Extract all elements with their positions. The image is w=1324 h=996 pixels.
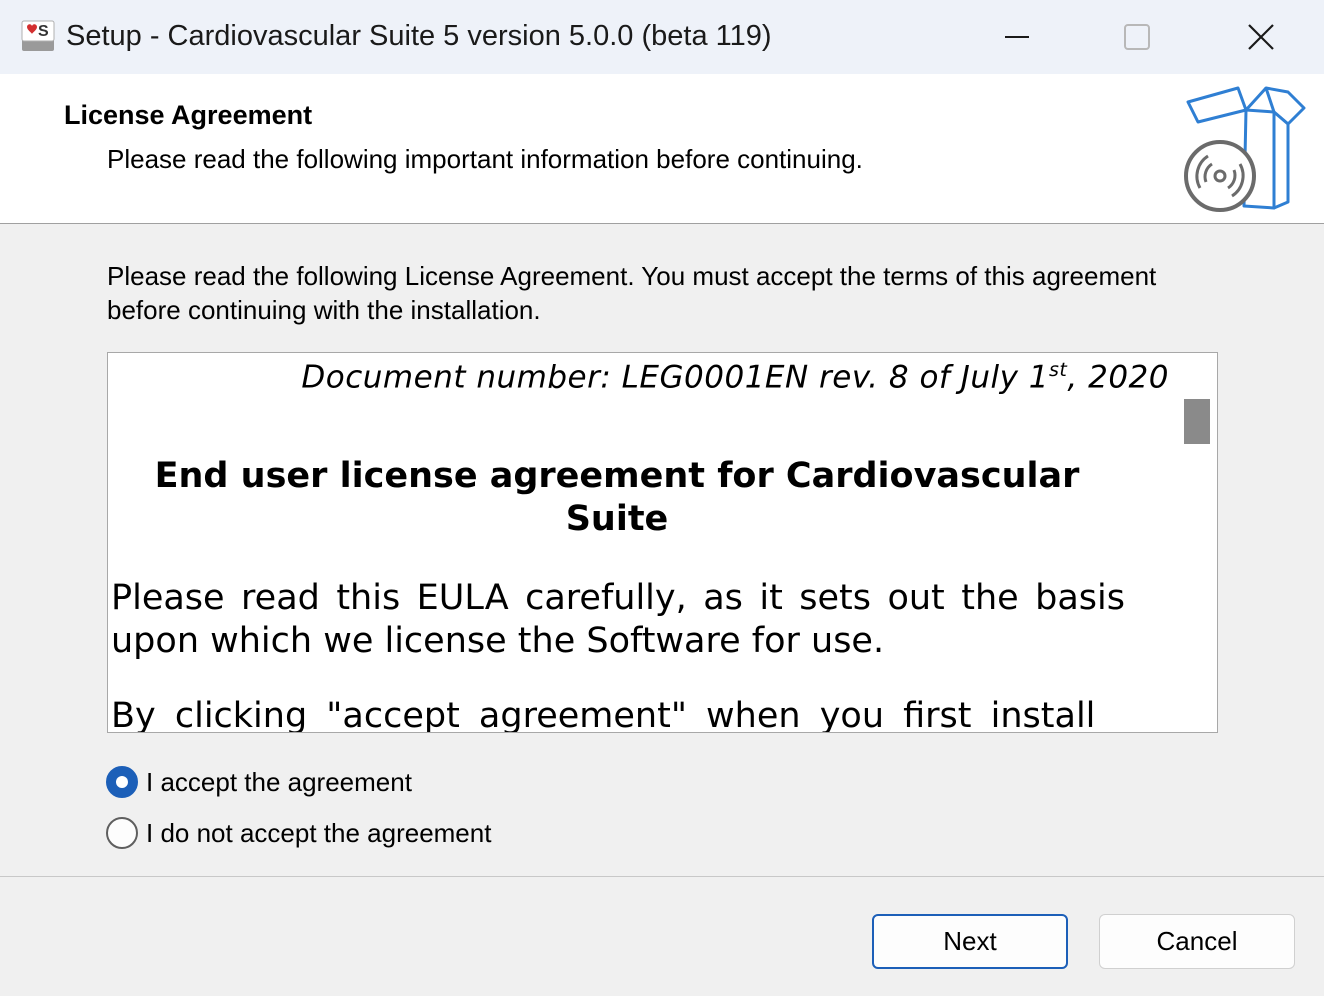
title-bar[interactable]: S Setup - Cardiovascular Suite 5 version… bbox=[0, 0, 1324, 74]
decline-agreement-label: I do not accept the agreement bbox=[146, 817, 492, 848]
license-paragraph: Please read this EULA carefully, as it s… bbox=[111, 578, 1125, 661]
document-number-text: Document number: LEG0001EN rev. 8 of Jul… bbox=[301, 359, 1050, 396]
software-box-disc-icon bbox=[1184, 86, 1306, 212]
accept-agreement-radio[interactable]: I accept the agreement bbox=[106, 764, 412, 800]
page-title: License Agreement bbox=[64, 100, 313, 130]
maximize-button[interactable] bbox=[1077, 0, 1197, 74]
close-icon bbox=[1248, 24, 1274, 50]
minimize-icon bbox=[1005, 36, 1029, 38]
license-heading: End user license agreement for Cardiovas… bbox=[154, 456, 1080, 539]
document-number-superscript: st bbox=[1049, 359, 1068, 381]
radio-unchecked-icon bbox=[106, 817, 138, 849]
document-number-year: , 2020 bbox=[1067, 359, 1169, 396]
next-button[interactable]: Next bbox=[872, 914, 1068, 969]
license-intro-text: Please read the following License Agreem… bbox=[107, 261, 1157, 325]
cardiovascular-suite-icon: S bbox=[21, 20, 55, 51]
page-subtitle: Please read the following important info… bbox=[107, 144, 863, 174]
license-scrollbar[interactable] bbox=[1171, 353, 1217, 732]
setup-window: S Setup - Cardiovascular Suite 5 version… bbox=[0, 0, 1324, 996]
cancel-button[interactable]: Cancel bbox=[1099, 914, 1295, 969]
close-button[interactable] bbox=[1201, 0, 1321, 74]
document-number: Document number: LEG0001EN rev. 8 of Jul… bbox=[301, 359, 1169, 395]
maximize-icon bbox=[1124, 24, 1150, 50]
scrollbar-thumb[interactable] bbox=[1184, 399, 1210, 444]
footer-divider bbox=[0, 876, 1324, 877]
wizard-header: License Agreement Please read the follow… bbox=[0, 74, 1324, 224]
license-text-area[interactable]: Document number: LEG0001EN rev. 8 of Jul… bbox=[107, 352, 1218, 733]
window-title: Setup - Cardiovascular Suite 5 version 5… bbox=[66, 20, 772, 52]
svg-text:S: S bbox=[38, 23, 49, 40]
accept-agreement-label: I accept the agreement bbox=[146, 766, 412, 797]
radio-checked-icon bbox=[106, 766, 138, 798]
decline-agreement-radio[interactable]: I do not accept the agreement bbox=[106, 815, 491, 851]
minimize-button[interactable] bbox=[957, 0, 1077, 74]
license-paragraph: By clicking "accept agreement" when you … bbox=[111, 696, 1096, 733]
